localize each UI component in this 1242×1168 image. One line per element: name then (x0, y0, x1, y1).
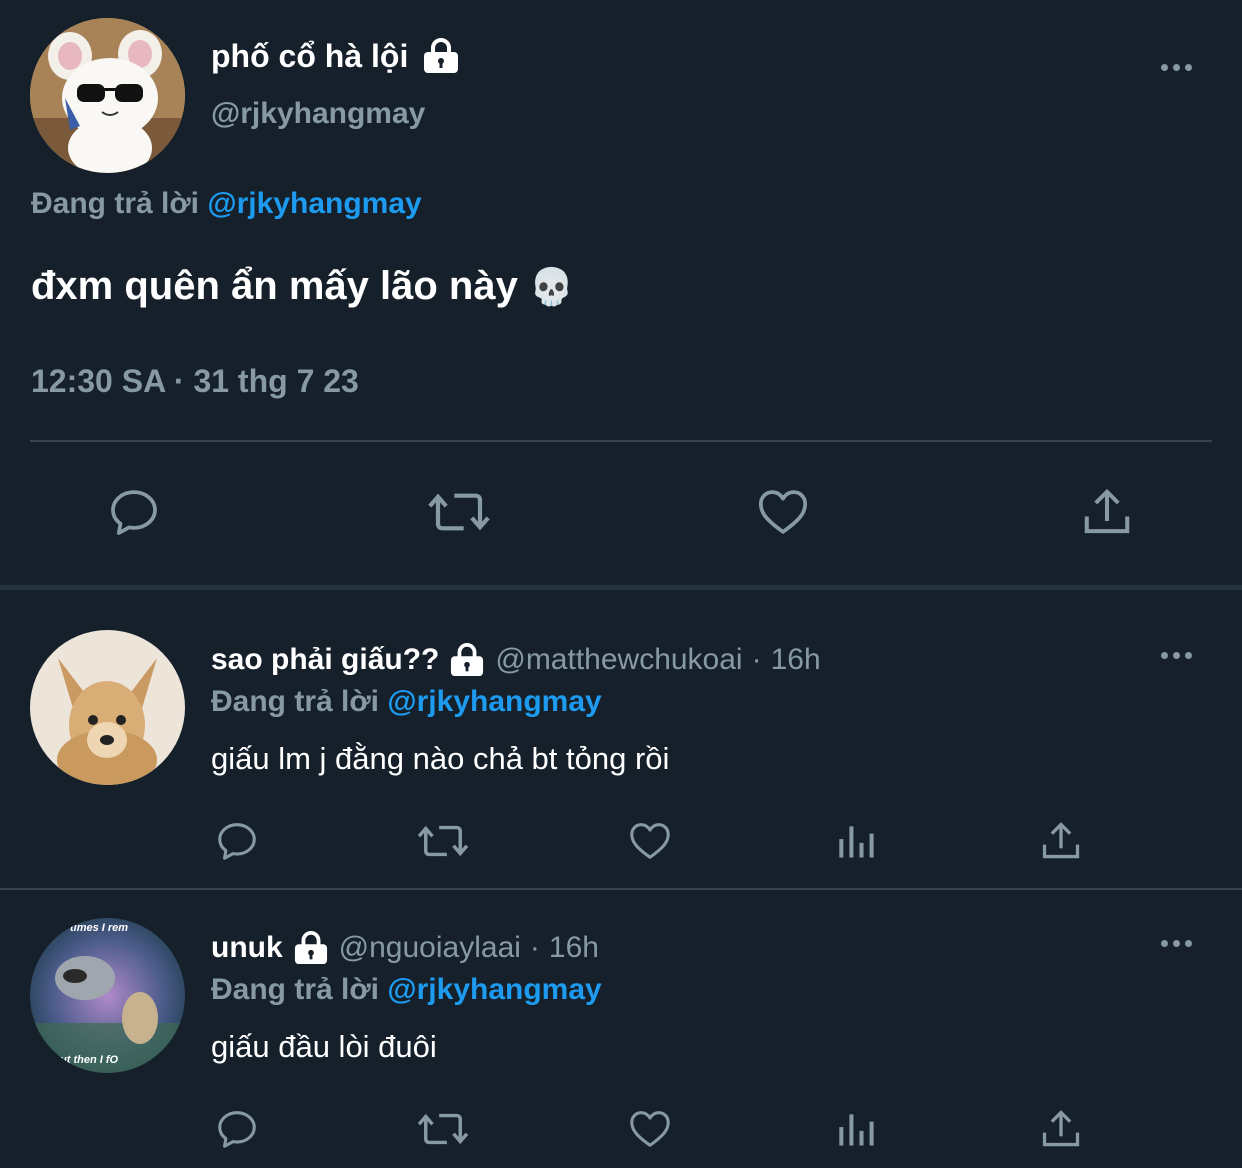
retweet-icon[interactable] (426, 484, 492, 540)
more-icon[interactable] (1161, 652, 1192, 659)
reply-handle[interactable]: @matthewchukoai (495, 643, 742, 677)
main-display-name-text: phố cổ hà lội (211, 38, 409, 74)
replying-to-link[interactable]: @rjkyhangmay (207, 187, 421, 220)
views-icon[interactable] (834, 1106, 878, 1152)
reply-replying-line: Đang trả lời @rjkyhangmay (211, 972, 602, 1008)
reply-header: unuk @nguoiaylaai · 16h (211, 928, 599, 968)
retweet-icon[interactable] (416, 818, 470, 864)
reply-dot: · (529, 931, 540, 964)
share-icon[interactable] (1039, 1106, 1083, 1152)
reply-time[interactable]: 16h (771, 643, 821, 677)
main-tweet-text: đxm quên ẩn mấy lão này 💀 (31, 262, 574, 311)
lock-icon (293, 931, 329, 965)
reply-avatar[interactable] (30, 630, 185, 785)
main-replying-line: Đang trả lời @rjkyhangmay (31, 186, 422, 222)
lock-icon (449, 643, 485, 677)
reply-tweet[interactable]: sao phải giấu?? @matthewchukoai · 16h Đa… (0, 590, 1242, 888)
retweet-icon[interactable] (416, 1106, 470, 1152)
reply-icon[interactable] (214, 818, 260, 864)
raccoon-space-image (30, 918, 185, 1073)
reply-avatar[interactable]: times I rem ut then I fO (30, 918, 185, 1073)
share-icon[interactable] (1080, 484, 1134, 540)
reply-handle[interactable]: @nguoiaylaai (339, 931, 521, 965)
replying-to-link[interactable]: @rjkyhangmay (387, 973, 601, 1006)
share-icon[interactable] (1039, 818, 1083, 864)
reply-text: giấu đầu lòi đuôi (211, 1029, 437, 1064)
reply-dot: · (751, 643, 762, 676)
main-tweet-avatar[interactable] (30, 18, 185, 173)
reply-display-name[interactable]: unuk (211, 931, 283, 965)
avatar-caption-bottom: ut then I fO (60, 1054, 119, 1066)
skull-emoji: 💀 (528, 266, 574, 307)
main-tweet-text-body: đxm quên ẩn mấy lão này (31, 264, 518, 308)
replying-prefix: Đang trả lời (211, 685, 380, 718)
like-icon[interactable] (626, 1106, 674, 1152)
replying-to-link[interactable]: @rjkyhangmay (387, 685, 601, 718)
hamster-sunglasses-image (30, 18, 185, 173)
more-icon[interactable] (1161, 940, 1192, 947)
more-icon[interactable] (1161, 64, 1192, 71)
reply-tweet[interactable]: times I rem ut then I fO unuk @nguoiayla… (0, 890, 1242, 1168)
like-icon[interactable] (754, 484, 812, 540)
like-icon[interactable] (626, 818, 674, 864)
reply-header: sao phải giấu?? @matthewchukoai · 16h (211, 640, 821, 680)
reply-display-name[interactable]: sao phải giấu?? (211, 643, 439, 677)
main-tweet: phố cổ hà lội @rjkyhangmay Đang trả lời … (0, 0, 1242, 585)
avatar-caption-top: times I rem (70, 922, 129, 934)
replying-prefix: Đang trả lời (211, 973, 380, 1006)
lock-icon (422, 38, 460, 74)
reply-icon[interactable] (214, 1106, 260, 1152)
main-divider (30, 440, 1212, 442)
reply-icon[interactable] (106, 484, 162, 540)
main-handle[interactable]: @rjkyhangmay (211, 96, 425, 132)
reply-text: giấu lm j đằng nào chả bt tỏng rồi (211, 741, 670, 776)
replying-prefix: Đang trả lời (31, 187, 200, 220)
main-timestamp[interactable]: 12:30 SA · 31 thg 7 23 (31, 362, 359, 400)
reply-time[interactable]: 16h (549, 931, 599, 965)
main-display-name[interactable]: phố cổ hà lội (211, 36, 460, 76)
dog-image (30, 630, 185, 785)
reply-replying-line: Đang trả lời @rjkyhangmay (211, 684, 602, 720)
views-icon[interactable] (834, 818, 878, 864)
